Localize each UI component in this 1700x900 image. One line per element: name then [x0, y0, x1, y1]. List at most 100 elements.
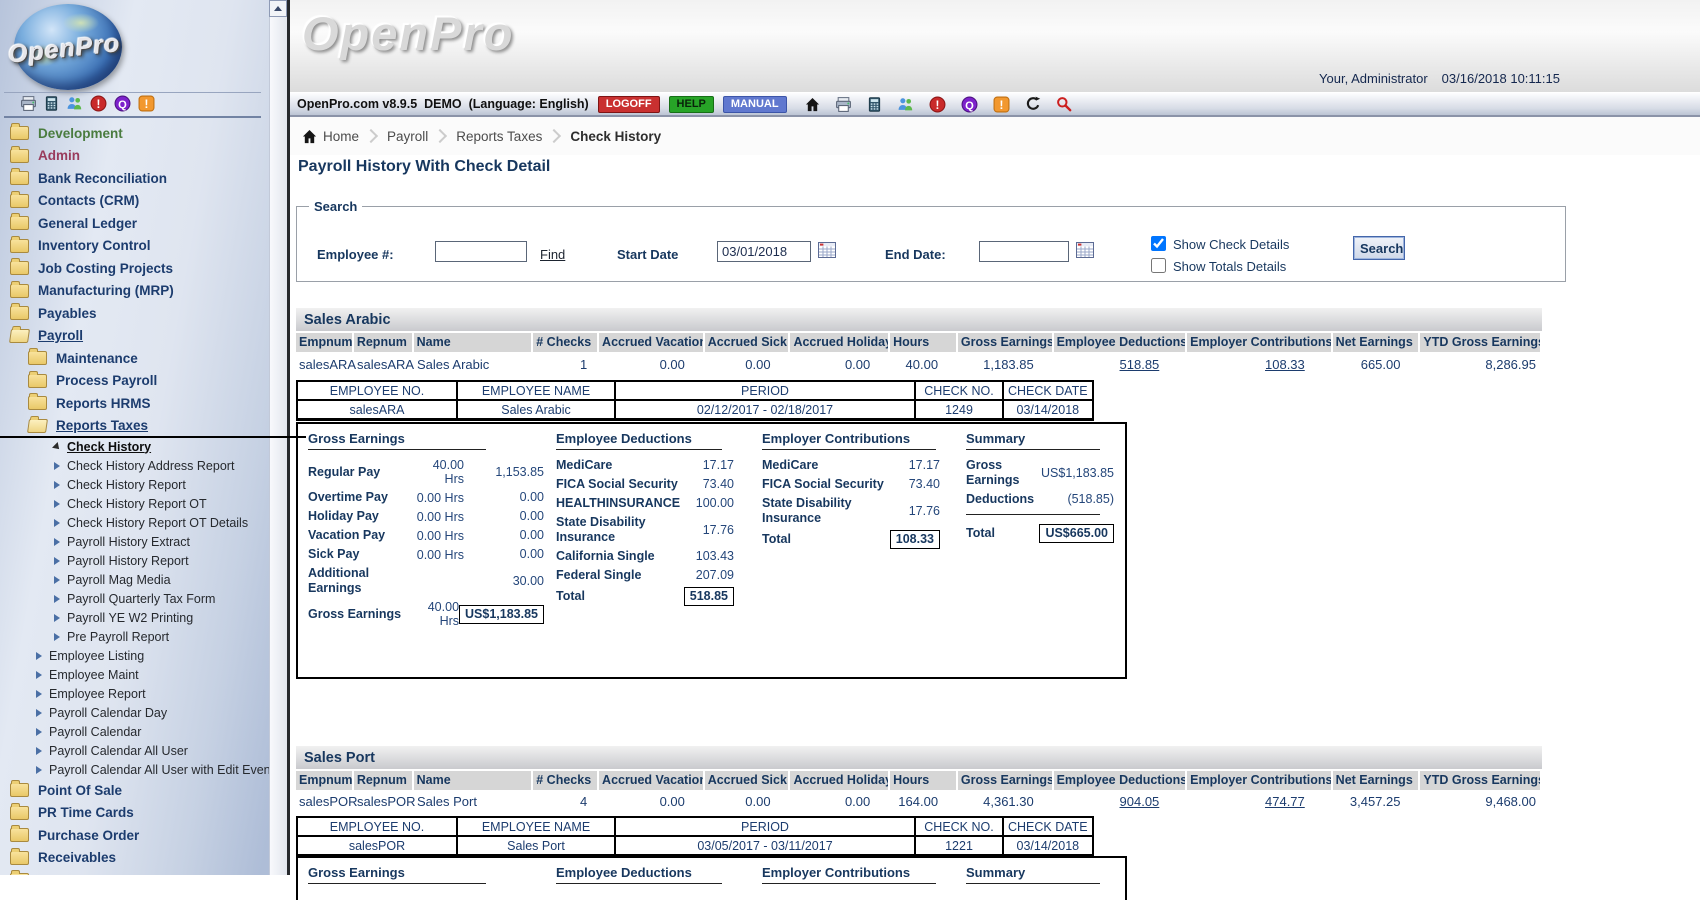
home-icon[interactable] — [805, 97, 820, 112]
detail-row: Vacation Pay0.00 Hrs0.00 — [308, 528, 544, 543]
refresh-icon[interactable] — [1025, 96, 1041, 112]
manual-button[interactable]: MANUAL — [723, 96, 787, 113]
question-icon[interactable]: Q — [961, 96, 978, 113]
drill-down-link[interactable]: 904.05 — [1120, 794, 1160, 809]
sidebar-item-job-costing-projects[interactable]: Job Costing Projects — [0, 257, 269, 280]
sidebar-item-payroll[interactable]: Payroll — [0, 325, 269, 348]
sidebar-item-label: Employee Listing — [49, 649, 144, 663]
chevron-separator-icon — [433, 129, 447, 143]
users-icon[interactable] — [66, 95, 83, 112]
check-cell: 1249 — [915, 400, 1003, 420]
column-header: Gross Earnings — [958, 333, 1052, 352]
drill-down-link[interactable]: 474.77 — [1265, 794, 1305, 809]
alert-icon[interactable]: ! — [90, 95, 107, 112]
breadcrumb-item-home[interactable]: Home — [302, 129, 359, 144]
breadcrumb-item-check-history[interactable]: Check History — [570, 129, 661, 144]
sidebar-item-reports-taxes[interactable]: Reports Taxes — [0, 415, 269, 438]
sidebar-item-label: Point Of Sale — [38, 783, 122, 798]
sidebar-item-payroll-calendar-all-user[interactable]: Payroll Calendar All User — [0, 741, 269, 760]
table-cell: 108.33 — [1187, 355, 1330, 374]
sidebar-item-inventory-control[interactable]: Inventory Control — [0, 235, 269, 258]
calendar-icon[interactable] — [1076, 241, 1094, 263]
search-button[interactable]: Search — [1353, 236, 1405, 260]
employee-number-input[interactable] — [435, 241, 527, 262]
sidebar-item-payables[interactable]: Payables — [0, 302, 269, 325]
show-totals-details-checkbox[interactable] — [1151, 258, 1166, 273]
sidebar-item[interactable] — [0, 869, 269, 875]
breadcrumb-item-reports-taxes[interactable]: Reports Taxes — [456, 129, 542, 144]
start-date-input[interactable] — [717, 241, 811, 262]
sidebar-item-label: Bank Reconciliation — [38, 171, 167, 186]
sidebar-item-label: Manufacturing (MRP) — [38, 283, 174, 298]
folder-icon — [10, 306, 29, 320]
detail-column-summary: SummaryGross EarningsUS$1,183.85Deductio… — [966, 431, 1114, 547]
detail-row: HEALTHINSURANCE100.00 — [556, 496, 734, 511]
sidebar-item-employee-listing[interactable]: Employee Listing — [0, 646, 269, 665]
page-title: Payroll History With Check Detail — [298, 158, 550, 176]
sidebar-item-pr-time-cards[interactable]: PR Time Cards — [0, 802, 269, 825]
svg-text:Q: Q — [118, 99, 127, 111]
sidebar-item-payroll-calendar[interactable]: Payroll Calendar — [0, 722, 269, 741]
end-date-input[interactable] — [979, 241, 1069, 262]
printer-icon[interactable] — [835, 96, 852, 113]
breadcrumb-item-payroll[interactable]: Payroll — [387, 129, 428, 144]
sidebar-item-employee-maint[interactable]: Employee Maint — [0, 665, 269, 684]
drill-down-link[interactable]: 518.85 — [1120, 357, 1160, 372]
sidebar-item-pre-payroll-report[interactable]: Pre Payroll Report — [0, 627, 269, 646]
sidebar-item-contacts-crm-[interactable]: Contacts (CRM) — [0, 190, 269, 213]
column-header: Net Earnings — [1333, 333, 1419, 352]
sidebar-item-employee-report[interactable]: Employee Report — [0, 684, 269, 703]
find-link[interactable]: Find — [540, 247, 565, 262]
calendar-icon[interactable] — [818, 241, 836, 263]
breadcrumb: Home Payroll Reports Taxes Check History — [290, 117, 1700, 155]
sidebar-item-payroll-calendar-all-user-with-edit-event[interactable]: Payroll Calendar All User with Edit Even… — [0, 760, 269, 779]
sidebar-item-payroll-history-report[interactable]: Payroll History Report — [0, 551, 269, 570]
detail-row: Deductions(518.85) — [966, 492, 1114, 507]
question-icon[interactable]: Q — [114, 95, 131, 112]
show-check-details-checkbox[interactable] — [1151, 236, 1166, 251]
table-cell: 0.00 — [705, 792, 789, 811]
sidebar-item-payroll-history-extract[interactable]: Payroll History Extract — [0, 532, 269, 551]
sidebar-item-point-of-sale[interactable]: Point Of Sale — [0, 779, 269, 802]
sidebar-item-check-history-report-ot[interactable]: Check History Report OT — [0, 494, 269, 513]
sidebar-item-general-ledger[interactable]: General Ledger — [0, 212, 269, 235]
sidebar-item-payroll-ye-w2-printing[interactable]: Payroll YE W2 Printing — [0, 608, 269, 627]
sidebar-item-process-payroll[interactable]: Process Payroll — [0, 370, 269, 393]
sidebar-item-reports-hrms[interactable]: Reports HRMS — [0, 392, 269, 415]
sidebar-item-purchase-order[interactable]: Purchase Order — [0, 824, 269, 847]
sidebar-item-receivables[interactable]: Receivables — [0, 847, 269, 870]
logoff-button[interactable]: LOGOFF — [598, 96, 660, 113]
sidebar-item-payroll-calendar-day[interactable]: Payroll Calendar Day — [0, 703, 269, 722]
sidebar-item-check-history-report[interactable]: Check History Report — [0, 475, 269, 494]
info-icon[interactable]: ! — [993, 96, 1010, 113]
sidebar-item-check-history[interactable]: Check History — [0, 437, 269, 456]
sidebar-item-check-history-address-report[interactable]: Check History Address Report — [0, 456, 269, 475]
sidebar-item-development[interactable]: Development — [0, 122, 269, 145]
calculator-icon[interactable] — [867, 97, 882, 112]
help-button[interactable]: HELP — [669, 96, 714, 113]
arrow-icon — [54, 481, 60, 489]
sidebar-item-bank-reconciliation[interactable]: Bank Reconciliation — [0, 167, 269, 190]
sidebar-item-label: Process Payroll — [56, 373, 157, 388]
sidebar-item-payroll-mag-media[interactable]: Payroll Mag Media — [0, 570, 269, 589]
openpro-logo[interactable]: OpenPro — [14, 4, 122, 90]
sidebar-item-label: Reports HRMS — [56, 396, 151, 411]
table-cell: salesARA — [296, 355, 352, 374]
sidebar-item-manufacturing-mrp-[interactable]: Manufacturing (MRP) — [0, 280, 269, 303]
alert-icon[interactable]: ! — [929, 96, 946, 113]
table-cell: 474.77 — [1187, 792, 1330, 811]
printer-icon[interactable] — [20, 95, 37, 112]
scroll-up-arrow-icon[interactable] — [269, 0, 287, 17]
search-icon[interactable] — [1056, 96, 1072, 112]
calculator-icon[interactable] — [44, 96, 59, 111]
user-info: Your, Administrator03/16/2018 10:11:15 — [1319, 71, 1560, 86]
detail-column-header: Employee Deductions — [556, 431, 722, 450]
sidebar-item-payroll-quarterly-tax-form[interactable]: Payroll Quarterly Tax Form — [0, 589, 269, 608]
users-icon[interactable] — [897, 96, 914, 113]
sidebar-item-check-history-report-ot-details[interactable]: Check History Report OT Details — [0, 513, 269, 532]
sidebar-item-admin[interactable]: Admin — [0, 145, 269, 168]
info-icon[interactable]: ! — [138, 95, 155, 112]
sidebar-item-maintenance[interactable]: Maintenance — [0, 347, 269, 370]
table-cell: 0.00 — [791, 355, 889, 374]
drill-down-link[interactable]: 108.33 — [1265, 357, 1305, 372]
